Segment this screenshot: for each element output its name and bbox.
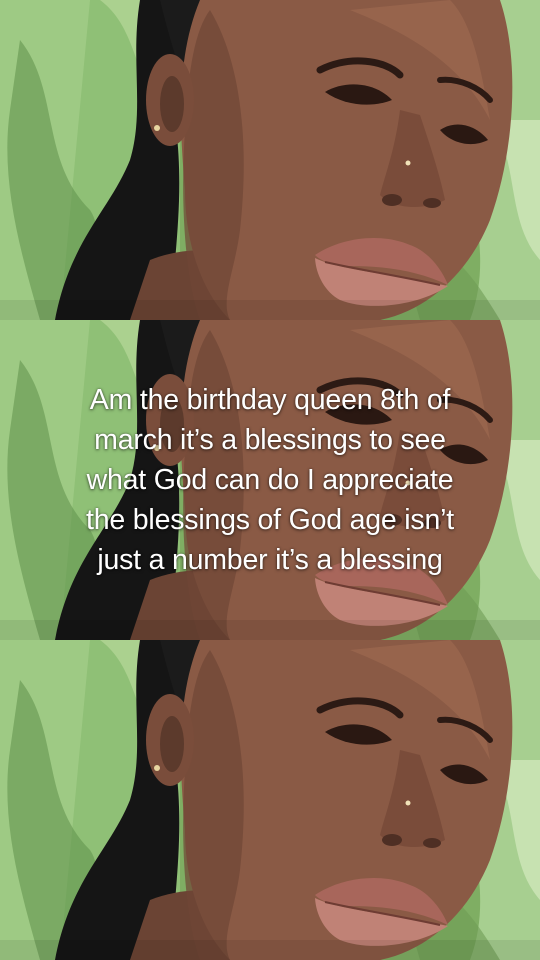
caption-line: what God can do I appreciate	[86, 464, 454, 496]
caption-line: the blessings of God age isn’t	[86, 504, 454, 536]
caption-line: Am the birthday queen 8th of	[89, 384, 451, 416]
video-frame: Am the birthday queen 8th of march it’s …	[0, 0, 540, 960]
portrait-photo-bottom	[0, 640, 540, 960]
caption-line: march it’s a blessings to see	[94, 424, 446, 456]
caption-overlay: Am the birthday queen 8th of march it’s …	[20, 380, 520, 580]
portrait-photo-top	[0, 0, 540, 320]
caption-line: just a number it’s a blessing	[97, 544, 443, 576]
